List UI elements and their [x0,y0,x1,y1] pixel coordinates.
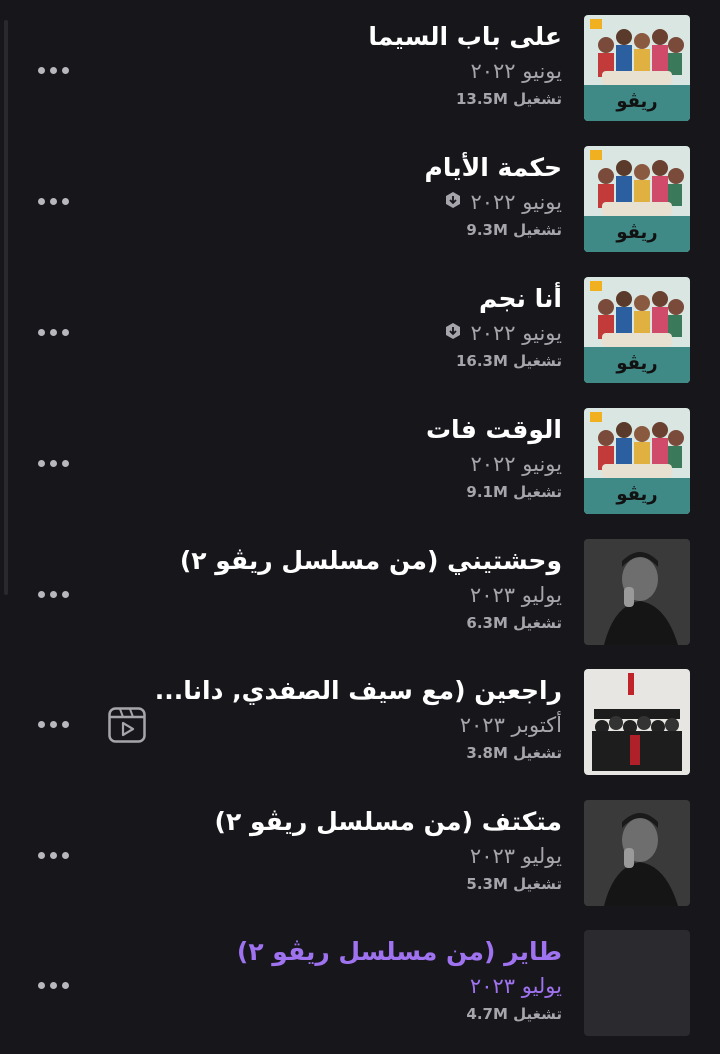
track-title: أنا نجم [478,284,562,313]
play-count: تشغيل 16.3M [455,352,562,370]
track-title: حكمة الأيام [424,153,562,182]
release-date-text: يوليو ٢٠٢٣ [469,844,562,868]
track-info: الوقت فات يونيو ٢٠٢٢ تشغيل 9.1M [142,412,562,504]
release-date-text: يونيو ٢٠٢٢ [470,190,562,214]
release-date: يونيو ٢٠٢٢ [142,448,562,480]
track-row[interactable]: ريڤو الوقت فات يونيو ٢٠٢٢ تشغيل 9.1M [0,408,720,516]
album-cover: ريڤو [584,146,690,252]
more-options-icon[interactable] [38,850,74,860]
track-row[interactable]: راجعين (مع سيف الصفدي, دانا... أكتوبر ٢٠… [0,669,720,777]
track-info: أنا نجم يونيو ٢٠٢٢ تشغيل 16.3M [142,281,562,373]
play-count: تشغيل 13.5M [455,90,562,108]
track-title: وحشتيني (من مسلسل ريڤو ٢) [179,546,562,575]
track-row[interactable]: ريڤو حكمة الأيام يونيو ٢٠٢٢ تشغيل 9.3M [0,146,720,254]
track-row[interactable]: ريڤو أنا نجم يونيو ٢٠٢٢ تشغيل 16.3M [0,277,720,385]
video-icon[interactable] [108,707,146,743]
track-title: طاير (من مسلسل ريڤو ٢) [236,937,562,966]
play-count: تشغيل 5.3M [466,875,562,893]
track-title: متكتف (من مسلسل ريڤو ٢) [214,807,562,836]
track-title: على باب السيما [368,22,562,51]
release-date-text: يوليو ٢٠٢٣ [469,974,562,998]
album-cover [584,669,690,775]
more-options-icon[interactable] [38,980,74,990]
play-count: تشغيل 6.3M [466,614,562,632]
track-info: حكمة الأيام يونيو ٢٠٢٢ تشغيل 9.3M [142,150,562,242]
svg-text:ريڤو: ريڤو [615,484,657,505]
release-date: يوليو ٢٠٢٣ [142,970,562,1002]
track-info: طاير (من مسلسل ريڤو ٢) يوليو ٢٠٢٣ تشغيل … [142,934,562,1026]
album-cover: ريڤو [584,15,690,121]
play-count: تشغيل 9.3M [466,221,562,239]
downloaded-icon [444,317,462,349]
release-date-text: يونيو ٢٠٢٢ [470,321,562,345]
track-row[interactable]: متكتف (من مسلسل ريڤو ٢) يوليو ٢٠٢٣ تشغيل… [0,800,720,908]
track-row-active[interactable]: طاير (من مسلسل ريڤو ٢) يوليو ٢٠٢٣ تشغيل … [0,930,720,1038]
album-cover [584,539,690,645]
more-options-icon[interactable] [38,65,74,75]
svg-text:ريڤو: ريڤو [615,353,657,374]
release-date: يونيو ٢٠٢٢ [142,55,562,87]
release-date-text: أكتوبر ٢٠٢٣ [459,713,562,737]
track-info: وحشتيني (من مسلسل ريڤو ٢) يوليو ٢٠٢٣ تشغ… [142,543,562,635]
release-date: يونيو ٢٠٢٢ [142,186,562,218]
release-date: يوليو ٢٠٢٣ [142,579,562,611]
more-options-icon[interactable] [38,196,74,206]
svg-text:ريڤو: ريڤو [615,91,657,112]
album-cover [584,800,690,906]
track-row[interactable]: وحشتيني (من مسلسل ريڤو ٢) يوليو ٢٠٢٣ تشغ… [0,539,720,647]
track-title: راجعين (مع سيف الصفدي, دانا... [154,676,562,705]
release-date-text: يونيو ٢٠٢٢ [470,59,562,83]
release-date: أكتوبر ٢٠٢٣ [142,709,562,741]
play-count: تشغيل 9.1M [466,483,562,501]
svg-text:ريڤو: ريڤو [615,222,657,243]
album-cover: ريڤو [584,277,690,383]
track-info: على باب السيما يونيو ٢٠٢٢ تشغيل 13.5M [142,19,562,111]
track-row[interactable]: ريڤو على باب السيما يونيو ٢٠٢٢ تشغيل 13.… [0,15,720,123]
more-options-icon[interactable] [38,327,74,337]
release-date-text: يونيو ٢٠٢٢ [470,452,562,476]
more-options-icon[interactable] [38,458,74,468]
more-options-icon[interactable] [38,719,74,729]
track-title: الوقت فات [425,415,562,444]
release-date: يوليو ٢٠٢٣ [142,840,562,872]
release-date: يونيو ٢٠٢٢ [142,317,562,349]
album-cover: ريڤو [584,408,690,514]
release-date-text: يوليو ٢٠٢٣ [469,583,562,607]
track-info: راجعين (مع سيف الصفدي, دانا... أكتوبر ٢٠… [142,673,562,765]
play-count: تشغيل 3.8M [466,744,562,762]
album-cover-placeholder [584,930,690,1036]
play-count: تشغيل 4.7M [466,1005,562,1023]
downloaded-icon [444,186,462,218]
more-options-icon[interactable] [38,589,74,599]
track-info: متكتف (من مسلسل ريڤو ٢) يوليو ٢٠٢٣ تشغيل… [142,804,562,896]
